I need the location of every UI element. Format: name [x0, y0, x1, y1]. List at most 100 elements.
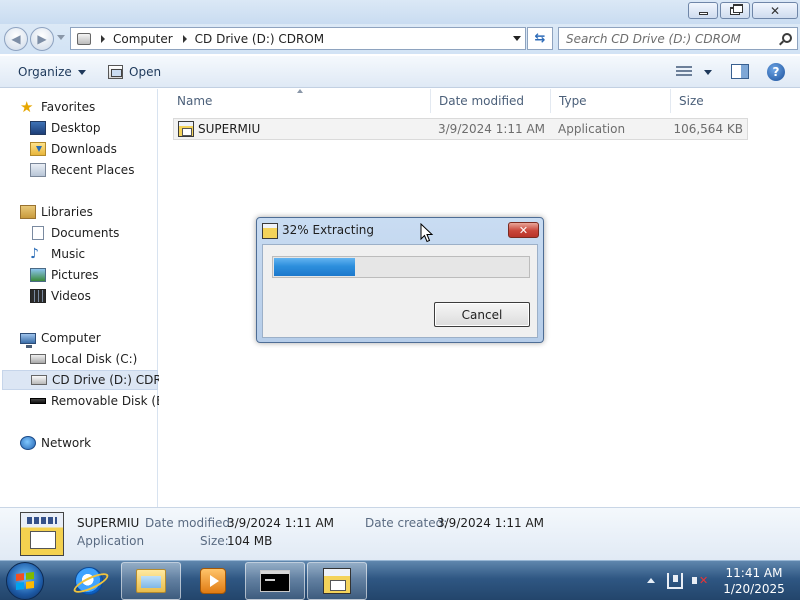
nav-label: Pictures: [51, 268, 99, 282]
preview-pane-button[interactable]: [731, 64, 749, 79]
help-icon: ?: [772, 65, 780, 79]
taskbar-internet-explorer[interactable]: [59, 562, 119, 600]
application-icon: [20, 512, 64, 556]
details-date-created-label: Date created:: [365, 516, 448, 530]
nav-item-recent-places[interactable]: Recent Places: [30, 160, 134, 180]
minimize-button[interactable]: [688, 2, 718, 19]
open-icon: [108, 65, 123, 79]
music-icon: ♪: [30, 246, 39, 262]
taskbar-windows-explorer[interactable]: [121, 562, 181, 600]
search-box[interactable]: [558, 27, 798, 50]
nav-label: Downloads: [51, 142, 117, 156]
progress-bar-fill: [274, 258, 355, 276]
chevron-down-icon: [704, 69, 712, 75]
search-icon[interactable]: [782, 33, 792, 43]
volume-muted-icon[interactable]: [692, 573, 708, 589]
network-tray-icon[interactable]: [667, 573, 683, 589]
close-button[interactable]: ✕: [752, 2, 798, 19]
nav-favorites[interactable]: ★ Favorites: [20, 97, 95, 117]
details-file-type: Application: [77, 534, 145, 548]
cancel-button[interactable]: Cancel: [434, 302, 530, 327]
mouse-cursor-icon: [420, 223, 434, 243]
breadcrumb-arrow-icon[interactable]: [101, 34, 105, 43]
back-button[interactable]: ◀: [4, 27, 28, 51]
organize-button[interactable]: Organize: [18, 56, 86, 88]
nav-item-local-disk[interactable]: Local Disk (C:): [30, 349, 137, 369]
drive-icon: [77, 32, 91, 45]
help-button[interactable]: ?: [767, 63, 785, 81]
refresh-icon: ⇆: [534, 31, 546, 46]
address-row: ◀ ▶ Computer CD Drive (D:) CDROM ⇆: [0, 24, 800, 54]
nav-item-pictures[interactable]: Pictures: [30, 265, 99, 285]
details-date-modified-label: Date modified:: [145, 516, 235, 530]
nav-item-removable-disk[interactable]: Removable Disk (E:): [30, 391, 172, 411]
search-input[interactable]: [566, 31, 771, 46]
column-header-type[interactable]: Type: [551, 89, 671, 113]
column-header-size[interactable]: Size: [671, 89, 751, 113]
taskbar-extractor[interactable]: [307, 562, 367, 600]
libraries-icon: [20, 205, 36, 219]
chevron-down-icon: [77, 69, 86, 75]
file-type: Application: [558, 122, 626, 136]
nav-item-videos[interactable]: Videos: [30, 286, 91, 306]
breadcrumb-arrow-icon[interactable]: [182, 34, 187, 43]
details-size: 104 MB: [227, 534, 273, 548]
network-icon: [20, 436, 36, 450]
restore-icon: [730, 3, 743, 15]
nav-label: Network: [41, 436, 92, 450]
command-prompt-icon: [260, 570, 290, 592]
file-size: 106,564 KB: [673, 122, 743, 136]
breadcrumb-computer[interactable]: Computer: [113, 32, 173, 46]
extraction-dialog: 32% Extracting ✕ Cancel: [256, 217, 544, 343]
taskbar-command-prompt[interactable]: [245, 562, 305, 600]
file-date-modified: 3/9/2024 1:11 AM: [438, 122, 546, 136]
nav-label: Documents: [51, 226, 120, 240]
nav-item-cd-drive[interactable]: CD Drive (D:) CDROM: [2, 370, 181, 390]
breadcrumb-cd-drive[interactable]: CD Drive (D:) CDROM: [195, 32, 324, 46]
dialog-close-button[interactable]: ✕: [508, 222, 539, 238]
refresh-button[interactable]: ⇆: [527, 27, 553, 50]
nav-item-music[interactable]: ♪ Music: [30, 244, 85, 264]
documents-icon: [32, 226, 44, 240]
forward-button[interactable]: ▶: [30, 27, 54, 51]
maximize-button[interactable]: [720, 2, 750, 19]
videos-icon: [30, 289, 46, 303]
change-view-button[interactable]: [676, 56, 712, 88]
recent-places-icon: [30, 163, 46, 177]
nav-item-downloads[interactable]: Downloads: [30, 139, 117, 159]
column-header-name[interactable]: Name: [169, 89, 431, 113]
back-arrow-icon: ◀: [11, 32, 21, 46]
show-hidden-icons-button[interactable]: [647, 578, 655, 583]
removable-disk-icon: [30, 398, 46, 404]
nav-label: Desktop: [51, 121, 101, 135]
internet-explorer-icon: [75, 567, 103, 595]
taskbar: 11:41 AM 1/20/2025: [0, 560, 800, 600]
nav-label: Videos: [51, 289, 91, 303]
nav-label: Removable Disk (E:): [51, 394, 173, 408]
open-button[interactable]: Open: [108, 56, 161, 88]
column-header-date-modified[interactable]: Date modified: [431, 89, 551, 113]
recent-pages-dropdown[interactable]: [57, 35, 65, 40]
start-button[interactable]: [6, 562, 44, 600]
nav-item-desktop[interactable]: Desktop: [30, 118, 101, 138]
close-icon: ✕: [518, 223, 529, 237]
address-dropdown-icon[interactable]: [513, 36, 521, 41]
clock-time: 11:41 AM: [725, 566, 783, 580]
nav-item-documents[interactable]: Documents: [30, 223, 119, 243]
downloads-icon: [30, 142, 46, 156]
organize-label: Organize: [18, 65, 72, 79]
nav-label: Recent Places: [51, 163, 135, 177]
nav-network[interactable]: Network: [20, 433, 91, 453]
nav-computer[interactable]: Computer: [20, 328, 101, 348]
minimize-icon: [698, 12, 708, 15]
windows-logo-icon: [16, 572, 34, 590]
table-row[interactable]: SUPERMIU 3/9/2024 1:11 AM Application 10…: [173, 118, 748, 140]
nav-libraries[interactable]: Libraries: [20, 202, 93, 222]
address-bar[interactable]: Computer CD Drive (D:) CDROM: [70, 27, 526, 50]
taskbar-media-player[interactable]: [183, 562, 243, 600]
command-bar: Organize Open ?: [0, 56, 800, 88]
system-clock[interactable]: 11:41 AM 1/20/2025: [714, 565, 794, 597]
details-pane: SUPERMIU Application Date modified: 3/9/…: [0, 507, 800, 560]
window-controls: ✕: [688, 2, 798, 19]
nav-label: Libraries: [41, 205, 93, 219]
